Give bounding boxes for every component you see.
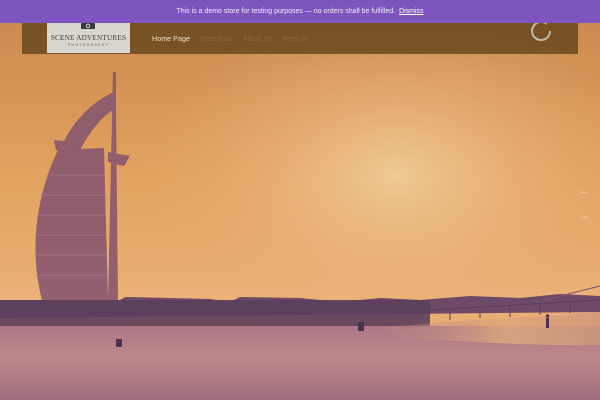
- hero-image: [0, 0, 600, 400]
- loading-spinner-icon: [531, 21, 551, 41]
- nav-item-slideshow[interactable]: Slideshow: [200, 34, 233, 43]
- dismiss-link[interactable]: Dismiss: [399, 8, 424, 15]
- nav-item-portfolio[interactable]: Portfolio: [282, 34, 308, 43]
- site-logo[interactable]: SCENE ADVENTURES PHOTOGRAPHY: [47, 23, 130, 53]
- demo-store-notice: This is a demo store for testing purpose…: [0, 0, 600, 23]
- arrow-right-icon[interactable]: →: [577, 210, 591, 224]
- dubai-sunset-photo: [0, 0, 600, 400]
- logo-name: SCENE ADVENTURES: [50, 34, 127, 42]
- demo-notice-text: This is a demo store for testing purpose…: [176, 8, 396, 15]
- main-nav: Home Page Slideshow About Us Portfolio: [152, 23, 319, 54]
- arrow-left-icon[interactable]: ←: [577, 185, 591, 199]
- nav-item-home-page[interactable]: Home Page: [152, 34, 190, 43]
- site-header: SCENE ADVENTURES PHOTOGRAPHY Home Page S…: [22, 21, 578, 54]
- logo-tagline: PHOTOGRAPHY: [67, 43, 110, 47]
- camera-icon: [81, 23, 95, 29]
- nav-item-about-us[interactable]: About Us: [243, 34, 273, 43]
